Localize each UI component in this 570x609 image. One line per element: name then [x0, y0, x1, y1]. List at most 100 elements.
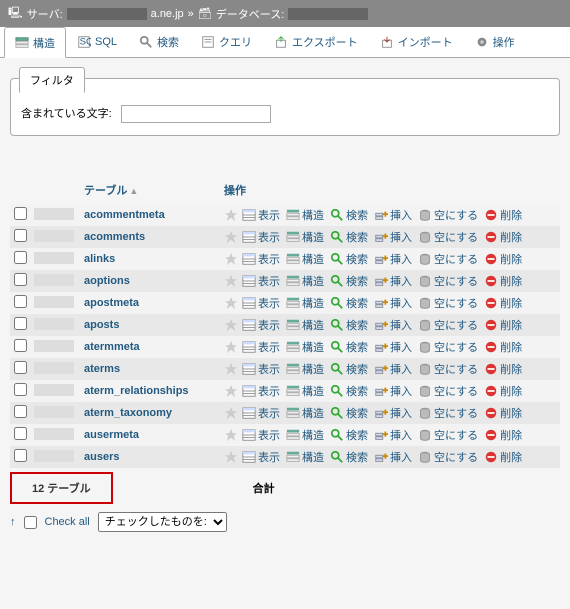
- col-table[interactable]: テーブル: [84, 185, 127, 197]
- search-link[interactable]: 検索: [328, 295, 370, 311]
- check-all-label[interactable]: Check all: [45, 516, 90, 528]
- drop-link[interactable]: 削除: [482, 273, 524, 289]
- structure-link[interactable]: 構造: [284, 273, 326, 289]
- insert-link[interactable]: 挿入: [372, 207, 414, 223]
- structure-link[interactable]: 構造: [284, 229, 326, 245]
- row-checkbox[interactable]: [14, 251, 27, 264]
- check-all-checkbox[interactable]: [24, 516, 37, 529]
- insert-link[interactable]: 挿入: [372, 405, 414, 421]
- structure-link[interactable]: 構造: [284, 361, 326, 377]
- insert-link[interactable]: 挿入: [372, 427, 414, 443]
- browse-link[interactable]: 表示: [240, 449, 282, 465]
- browse-link[interactable]: 表示: [240, 427, 282, 443]
- row-checkbox[interactable]: [14, 317, 27, 330]
- drop-link[interactable]: 削除: [482, 449, 524, 465]
- search-link[interactable]: 検索: [328, 273, 370, 289]
- search-link[interactable]: 検索: [328, 339, 370, 355]
- tab-query[interactable]: クエリ: [190, 27, 263, 57]
- tab-sql[interactable]: SQLSQL: [66, 27, 128, 57]
- table-name-link[interactable]: ausers: [84, 451, 119, 463]
- insert-link[interactable]: 挿入: [372, 339, 414, 355]
- table-name-link[interactable]: aposts: [84, 319, 119, 331]
- drop-link[interactable]: 削除: [482, 317, 524, 333]
- search-link[interactable]: 検索: [328, 317, 370, 333]
- row-checkbox[interactable]: [14, 339, 27, 352]
- tab-export[interactable]: エクスポート: [263, 27, 369, 57]
- structure-link[interactable]: 構造: [284, 405, 326, 421]
- table-name-link[interactable]: ausermeta: [84, 429, 139, 441]
- drop-link[interactable]: 削除: [482, 251, 524, 267]
- tab-operations[interactable]: 操作: [464, 27, 526, 57]
- drop-link[interactable]: 削除: [482, 207, 524, 223]
- table-name-link[interactable]: alinks: [84, 253, 115, 265]
- tab-search[interactable]: 検索: [128, 27, 190, 57]
- structure-link[interactable]: 構造: [284, 339, 326, 355]
- browse-link[interactable]: 表示: [240, 339, 282, 355]
- empty-link[interactable]: 空にする: [416, 449, 480, 465]
- with-selected-select[interactable]: チェックしたものを:: [98, 512, 227, 532]
- insert-link[interactable]: 挿入: [372, 317, 414, 333]
- empty-link[interactable]: 空にする: [416, 383, 480, 399]
- search-link[interactable]: 検索: [328, 207, 370, 223]
- row-checkbox[interactable]: [14, 207, 27, 220]
- tab-structure[interactable]: 構造: [4, 27, 66, 58]
- insert-link[interactable]: 挿入: [372, 449, 414, 465]
- table-name-link[interactable]: aterms: [84, 363, 120, 375]
- row-checkbox[interactable]: [14, 295, 27, 308]
- row-checkbox[interactable]: [14, 427, 27, 440]
- empty-link[interactable]: 空にする: [416, 427, 480, 443]
- row-checkbox[interactable]: [14, 405, 27, 418]
- table-name-link[interactable]: apostmeta: [84, 297, 139, 309]
- table-name-link[interactable]: aterm_taxonomy: [84, 407, 172, 419]
- empty-link[interactable]: 空にする: [416, 273, 480, 289]
- insert-link[interactable]: 挿入: [372, 251, 414, 267]
- drop-link[interactable]: 削除: [482, 339, 524, 355]
- browse-link[interactable]: 表示: [240, 207, 282, 223]
- empty-link[interactable]: 空にする: [416, 405, 480, 421]
- search-link[interactable]: 検索: [328, 251, 370, 267]
- insert-link[interactable]: 挿入: [372, 361, 414, 377]
- empty-link[interactable]: 空にする: [416, 317, 480, 333]
- row-checkbox[interactable]: [14, 449, 27, 462]
- structure-link[interactable]: 構造: [284, 383, 326, 399]
- drop-link[interactable]: 削除: [482, 229, 524, 245]
- table-name-link[interactable]: acommentmeta: [84, 209, 165, 221]
- table-name-link[interactable]: aterm_relationships: [84, 385, 189, 397]
- empty-link[interactable]: 空にする: [416, 361, 480, 377]
- table-name-link[interactable]: atermmeta: [84, 341, 140, 353]
- structure-link[interactable]: 構造: [284, 251, 326, 267]
- tab-import[interactable]: インポート: [369, 27, 464, 57]
- insert-link[interactable]: 挿入: [372, 273, 414, 289]
- drop-link[interactable]: 削除: [482, 295, 524, 311]
- filter-input[interactable]: [121, 105, 271, 123]
- search-link[interactable]: 検索: [328, 383, 370, 399]
- empty-link[interactable]: 空にする: [416, 251, 480, 267]
- structure-link[interactable]: 構造: [284, 317, 326, 333]
- structure-link[interactable]: 構造: [284, 449, 326, 465]
- structure-link[interactable]: 構造: [284, 427, 326, 443]
- search-link[interactable]: 検索: [328, 427, 370, 443]
- browse-link[interactable]: 表示: [240, 317, 282, 333]
- row-checkbox[interactable]: [14, 229, 27, 242]
- browse-link[interactable]: 表示: [240, 229, 282, 245]
- search-link[interactable]: 検索: [328, 361, 370, 377]
- search-link[interactable]: 検索: [328, 449, 370, 465]
- browse-link[interactable]: 表示: [240, 361, 282, 377]
- row-checkbox[interactable]: [14, 383, 27, 396]
- empty-link[interactable]: 空にする: [416, 295, 480, 311]
- browse-link[interactable]: 表示: [240, 251, 282, 267]
- empty-link[interactable]: 空にする: [416, 229, 480, 245]
- drop-link[interactable]: 削除: [482, 427, 524, 443]
- browse-link[interactable]: 表示: [240, 383, 282, 399]
- row-checkbox[interactable]: [14, 273, 27, 286]
- drop-link[interactable]: 削除: [482, 361, 524, 377]
- structure-link[interactable]: 構造: [284, 207, 326, 223]
- drop-link[interactable]: 削除: [482, 405, 524, 421]
- insert-link[interactable]: 挿入: [372, 383, 414, 399]
- empty-link[interactable]: 空にする: [416, 207, 480, 223]
- insert-link[interactable]: 挿入: [372, 229, 414, 245]
- browse-link[interactable]: 表示: [240, 295, 282, 311]
- insert-link[interactable]: 挿入: [372, 295, 414, 311]
- browse-link[interactable]: 表示: [240, 273, 282, 289]
- search-link[interactable]: 検索: [328, 229, 370, 245]
